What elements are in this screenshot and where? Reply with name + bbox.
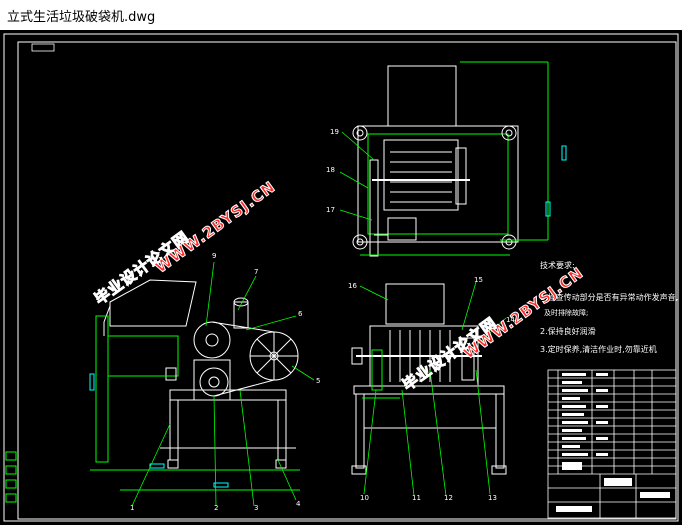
part-label-15: 15 (474, 276, 483, 284)
part-label-12: 12 (444, 494, 453, 502)
front-crusher-wheel (193, 321, 231, 359)
corner-tag (31, 43, 55, 52)
part-label-16: 16 (348, 282, 357, 290)
file-title: 立式生活垃圾破袋机.dwg (7, 10, 156, 25)
front-left-block (165, 367, 177, 381)
part-label-9: 9 (212, 252, 217, 260)
top-motor (387, 217, 417, 241)
side-leaders (339, 131, 507, 497)
top-hopper (387, 65, 457, 127)
side-leg-left (355, 393, 365, 469)
parts-list-text (562, 373, 608, 456)
front-gearbox (193, 359, 231, 401)
part-label-4: 4 (296, 500, 301, 508)
front-housing (107, 335, 179, 377)
cad-drawing-canvas[interactable]: 9 7 6 5 4 3 2 1 16 15 14 13 12 11 10 19 … (0, 30, 682, 525)
front-left-guard (95, 315, 109, 463)
margin-marks (5, 451, 17, 503)
front-beam (169, 389, 287, 401)
top-blades (390, 151, 452, 203)
part-label-17: 17 (326, 206, 335, 214)
part-label-13: 13 (488, 494, 497, 502)
tech-req-item-1b: 及时排除故障; (544, 309, 589, 317)
window-titlebar: 立式生活垃圾破袋机.dwg (0, 0, 682, 30)
dim-mark (561, 145, 567, 161)
part-label-2: 2 (214, 504, 219, 512)
part-label-11: 11 (412, 494, 421, 502)
tech-req-item-3: 3.定时保养,清洁作业时,勿靠近机 (540, 345, 657, 354)
part-label-5: 5 (316, 377, 321, 385)
front-foot-left (167, 459, 179, 469)
top-frame (357, 125, 519, 243)
top-view (352, 61, 567, 257)
part-label-6: 6 (298, 310, 303, 318)
top-corner-wheel (352, 125, 368, 141)
top-crusher-box (383, 139, 459, 211)
front-view (89, 279, 300, 491)
front-drive-pulley (199, 367, 229, 397)
part-label-7: 7 (254, 268, 259, 276)
tech-req-item-2: 2.保持良好润滑 (540, 327, 596, 336)
part-label-10: 10 (360, 494, 369, 502)
title-block (547, 369, 677, 519)
front-leg-right (277, 399, 287, 461)
part-label-1: 1 (130, 504, 135, 512)
side-hopper (385, 283, 445, 325)
part-label-3: 3 (254, 504, 259, 512)
part-label-18: 18 (326, 166, 335, 174)
top-inner-frame (367, 133, 509, 235)
front-leg-left (169, 399, 179, 461)
side-leg-right (495, 393, 505, 469)
front-leaders (131, 261, 315, 507)
part-label-19: 19 (330, 128, 339, 136)
